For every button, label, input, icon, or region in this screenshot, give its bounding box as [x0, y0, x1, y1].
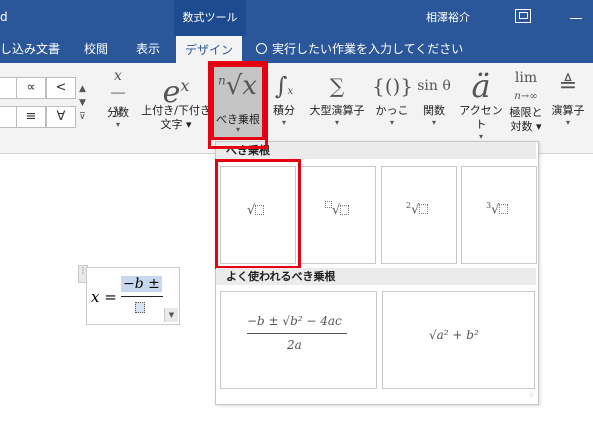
tell-me-box[interactable]: 実行したい作業を入力してください [256, 36, 463, 63]
equation-options-dropdown[interactable]: ▼ [164, 308, 178, 322]
bracket-icon: {()} [372, 74, 414, 98]
equation-numerator[interactable]: −b ± [121, 276, 162, 292]
chevron-down-icon: ▾ [115, 120, 120, 129]
limit-icon: lim n→∞ [514, 70, 538, 102]
quadratic-denominator: 2a [287, 338, 302, 352]
limit-log-label: 極限と [509, 106, 543, 119]
symbol-proportional[interactable]: ∝ [16, 77, 46, 99]
symbol-for-all[interactable]: ∀ [46, 106, 76, 128]
accent-icon: ä [471, 67, 491, 105]
fraction-bar [247, 333, 347, 334]
gallery-item-cube-root[interactable]: 3√ [461, 166, 537, 264]
integral-label: 積分 [273, 104, 295, 117]
script-label-2: 文字 ▾ [160, 118, 192, 131]
nth-root-preview: √ [325, 201, 350, 218]
lightbulb-icon [256, 43, 267, 54]
radical-button[interactable]: n√x べき乗根 ▾ [211, 64, 265, 140]
accent-label: アクセント [459, 104, 503, 131]
superscript-icon: ex [162, 75, 190, 110]
document-title-fragment: d [0, 10, 8, 24]
tab-design[interactable]: デザイン [176, 36, 242, 64]
gallery-item-nth-root[interactable]: √ [300, 166, 376, 264]
hypotenuse-preview: √a² + b² [429, 328, 479, 342]
operator-label: 演算子 [551, 104, 585, 117]
large-operator-button[interactable]: ∑ 大型演算子 ▾ [304, 64, 370, 146]
degree-2-root-preview: 2√ [406, 201, 429, 217]
gallery-item-square-root-degree-2[interactable]: 2√ [381, 166, 457, 264]
large-operator-label: 大型演算子 [309, 104, 365, 117]
tab-review[interactable]: 校閲 [84, 36, 108, 63]
chevron-down-icon: ▾ [431, 118, 436, 127]
limit-log-label-2: 対数 ▾ [510, 120, 542, 133]
chevron-down-icon: ▾ [281, 118, 286, 127]
tell-me-text: 実行したい作業を入力してください [272, 42, 464, 56]
operator-button[interactable]: ≜ 演算子 ▾ [546, 64, 590, 146]
title-bar [0, 0, 593, 36]
fraction-icon: x ― y [111, 68, 125, 118]
user-name[interactable]: 相澤裕介 [426, 9, 470, 25]
equation-fraction-bar [121, 296, 163, 297]
gallery-section-common-radicals: よく使われるべき乗根 [216, 268, 536, 285]
radical-icon: n√x [218, 71, 257, 101]
gallery-section-radicals: べき乗根 [216, 142, 536, 159]
bracket-label: かっこ [375, 104, 409, 117]
chevron-down-icon: ▾ [565, 118, 570, 127]
script-label: 上付き/下付き [141, 104, 211, 117]
chevron-down-icon: ▾ [235, 125, 240, 134]
symbol-identical[interactable]: ≡ [16, 106, 46, 128]
function-button[interactable]: sin θ 関数 ▾ [414, 64, 454, 146]
tab-mailings[interactable]: し込み文書 [0, 36, 60, 63]
limit-log-button[interactable]: lim n→∞ 極限と 対数 ▾ [508, 64, 544, 146]
resize-grip-icon[interactable]: ⁘ [528, 391, 535, 400]
gallery-item-square-root[interactable]: √ [220, 166, 296, 264]
chevron-down-icon: ▾ [334, 118, 339, 127]
integral-button[interactable]: ∫x 積分 ▾ [268, 64, 300, 146]
accent-button[interactable]: ä アクセント ▾ [456, 64, 506, 146]
context-tab-group-label: 数式ツール [174, 0, 246, 36]
square-root-preview: √ [247, 203, 265, 218]
function-icon: sin θ [417, 78, 451, 94]
integral-icon: ∫x [274, 72, 294, 100]
ribbon-display-options-icon[interactable] [515, 9, 531, 23]
equation-denominator-placeholder[interactable] [135, 302, 145, 313]
symbol-less-than[interactable]: < [46, 77, 76, 99]
fraction-button[interactable]: x ― y 分数 ▾ [98, 64, 138, 146]
tab-view[interactable]: 表示 [136, 36, 160, 63]
cube-root-preview: 3√ [486, 201, 509, 217]
gallery-item-quadratic-formula[interactable]: −b ± √b² − 4ac 2a [220, 291, 377, 389]
chevron-down-icon: ▾ [389, 118, 394, 127]
fraction-label: 分数 [107, 106, 129, 119]
function-label: 関数 [423, 104, 445, 117]
summation-icon: ∑ [329, 74, 345, 98]
script-button[interactable]: ex 上付き/下付き 文字 ▾ [140, 64, 212, 146]
gallery-item-hypotenuse[interactable]: √a² + b² [382, 291, 535, 389]
minimize-icon[interactable] [570, 18, 582, 19]
equation-lhs: x = [91, 288, 117, 306]
operator-icon: ≜ [558, 73, 578, 98]
bracket-button[interactable]: {()} かっこ ▾ [372, 64, 414, 146]
symbol-gallery-scroll[interactable]: ▲ ▼ ⊽ [79, 82, 86, 124]
quadratic-numerator: −b ± √b² − 4ac [247, 314, 342, 328]
